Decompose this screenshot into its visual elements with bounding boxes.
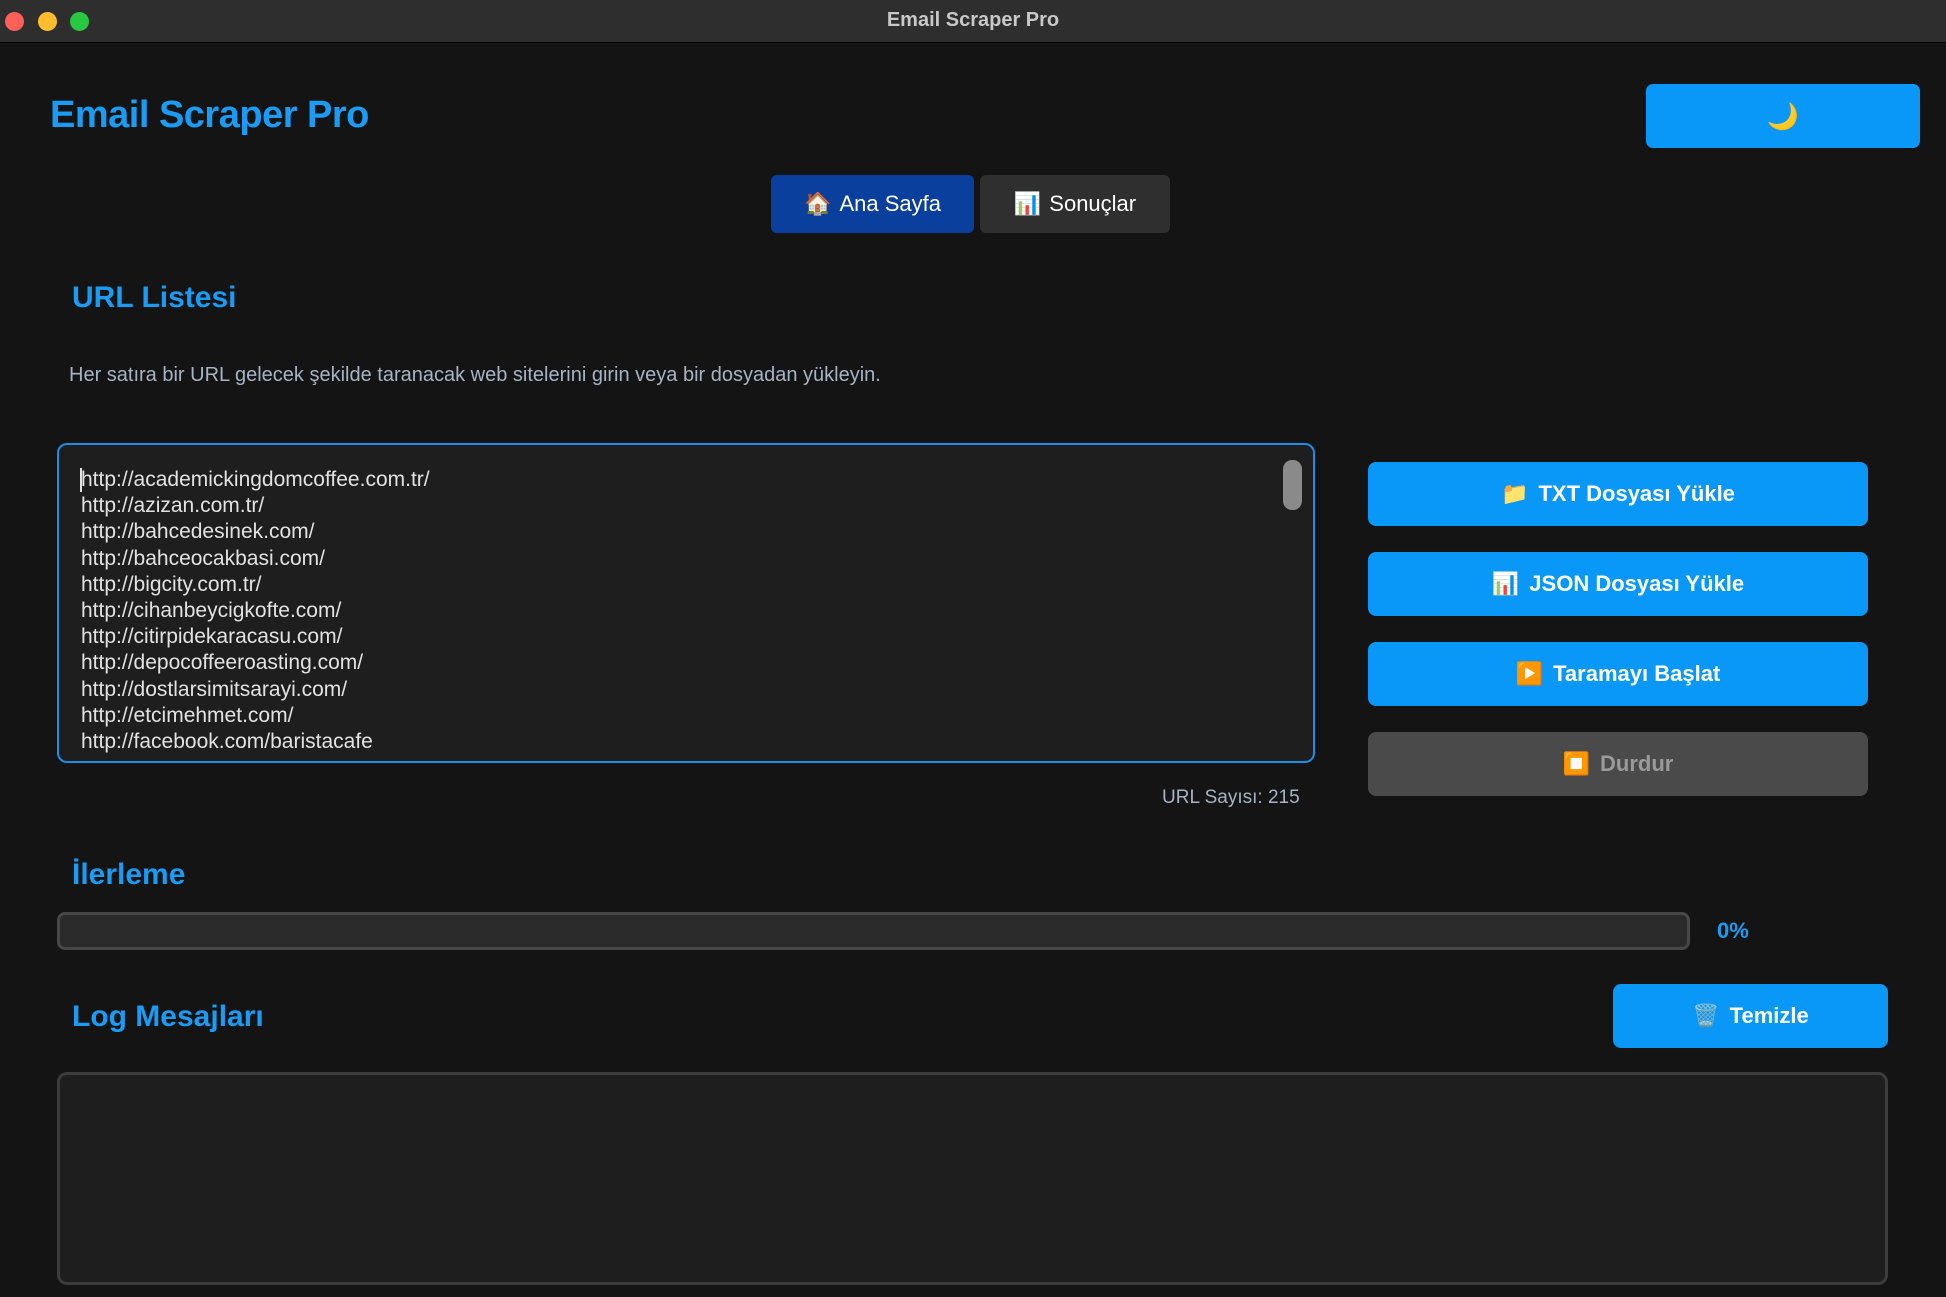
url-line: http://depocoffeeroasting.com/ bbox=[81, 651, 364, 675]
tab-ana-sayfa[interactable]: 🏠 Ana Sayfa bbox=[771, 175, 974, 233]
load-json-button[interactable]: 📊 JSON Dosyası Yükle bbox=[1368, 552, 1868, 616]
button-label: Durdur bbox=[1600, 751, 1674, 776]
app-window: Email Scraper Pro Email Scraper Pro 🌙 🏠 … bbox=[0, 0, 1946, 1297]
clear-log-button[interactable]: 🗑️ Temizle bbox=[1613, 984, 1888, 1048]
play-icon: ▶️ bbox=[1515, 661, 1544, 686]
url-line: http://facebook.com/baristacafe bbox=[81, 730, 373, 754]
url-scrollbar[interactable] bbox=[1283, 460, 1302, 510]
app-title: Email Scraper Pro bbox=[50, 94, 369, 136]
url-list-description: Her satıra bir URL gelecek şekilde taran… bbox=[69, 364, 881, 386]
theme-toggle-button[interactable]: 🌙 bbox=[1646, 84, 1920, 148]
tab-sonuclar[interactable]: 📊 Sonuçlar bbox=[980, 175, 1170, 233]
url-line: http://citirpidekaracasu.com/ bbox=[81, 625, 343, 649]
tab-label: Sonuçlar bbox=[1049, 191, 1137, 216]
chart-icon: 📊 bbox=[1013, 191, 1042, 216]
start-scan-button[interactable]: ▶️ Taramayı Başlat bbox=[1368, 642, 1868, 706]
progress-title: İlerleme bbox=[72, 858, 186, 891]
house-icon: 🏠 bbox=[804, 191, 832, 216]
url-line: http://academickingdomcoffee.com.tr/ bbox=[81, 468, 430, 491]
chart-icon: 📊 bbox=[1491, 571, 1520, 596]
stop-button[interactable]: ⏹️ Durdur bbox=[1368, 732, 1868, 796]
tab-label: Ana Sayfa bbox=[839, 191, 941, 216]
text-caret bbox=[80, 468, 82, 492]
url-list-title: URL Listesi bbox=[72, 281, 237, 314]
url-line: http://bahceocakbasi.com/ bbox=[81, 546, 325, 570]
trash-icon: 🗑️ bbox=[1692, 1003, 1720, 1028]
load-txt-button[interactable]: 📁 TXT Dosyası Yükle bbox=[1368, 462, 1868, 526]
url-line: http://cihanbeycigkofte.com/ bbox=[81, 599, 342, 623]
url-line: http://dostlarsimitsarayi.com/ bbox=[81, 677, 348, 701]
url-line: http://etcimehmet.com/ bbox=[81, 703, 294, 727]
url-lines: http://academickingdomcoffee.com.tr/http… bbox=[81, 467, 430, 755]
button-label: JSON Dosyası Yükle bbox=[1529, 571, 1745, 596]
url-textarea[interactable]: http://academickingdomcoffee.com.tr/http… bbox=[57, 443, 1315, 763]
button-label: Temizle bbox=[1729, 1003, 1809, 1028]
window-title: Email Scraper Pro bbox=[886, 9, 1060, 31]
title-bar[interactable]: Email Scraper Pro bbox=[0, 0, 1946, 43]
log-textarea[interactable] bbox=[57, 1072, 1888, 1285]
moon-icon: 🌙 bbox=[1766, 100, 1800, 131]
folder-icon: 📁 bbox=[1501, 481, 1529, 506]
url-count: URL Sayısı: 215 bbox=[1162, 787, 1300, 808]
url-line: http://azizan.com.tr/ bbox=[81, 494, 265, 518]
button-label: Taramayı Başlat bbox=[1553, 661, 1721, 686]
url-line: http://bigcity.com.tr/ bbox=[81, 572, 262, 596]
log-title: Log Mesajları bbox=[72, 1000, 264, 1033]
stop-icon: ⏹️ bbox=[1562, 751, 1591, 776]
url-line: http://bahcedesinek.com/ bbox=[81, 520, 315, 544]
progress-percent: 0% bbox=[1717, 918, 1749, 943]
button-label: TXT Dosyası Yükle bbox=[1538, 481, 1735, 506]
progress-bar bbox=[57, 912, 1690, 950]
